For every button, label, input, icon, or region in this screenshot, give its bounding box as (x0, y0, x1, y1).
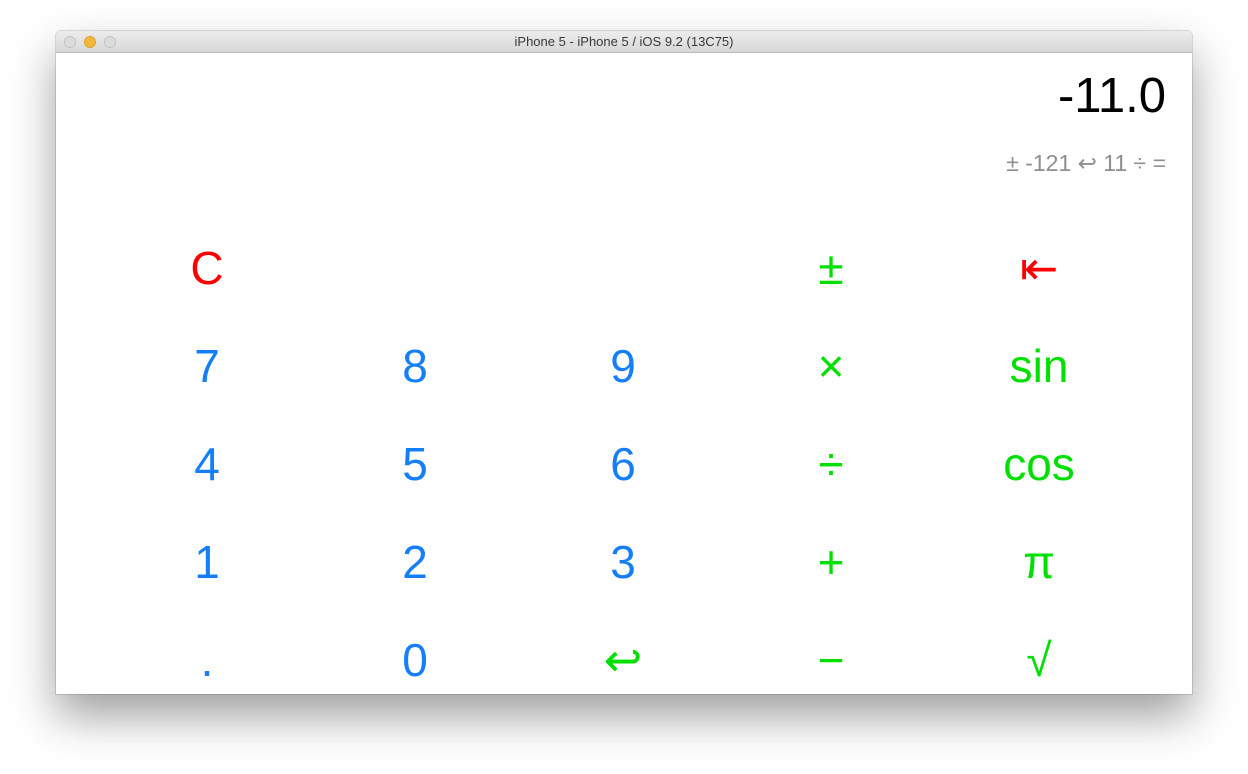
multiply-button[interactable]: × (751, 326, 911, 406)
divide-button[interactable]: ÷ (751, 424, 911, 504)
sin-button[interactable]: sin (959, 326, 1119, 406)
calculator-screen: -11.0 ± -121 ↩ 11 ÷ = C ± ⇤ 7 8 9 × sin … (56, 53, 1192, 694)
decimal-point-button[interactable]: . (127, 620, 287, 700)
digit-0-button[interactable]: 0 (335, 620, 495, 700)
display-value: -11.0 (1057, 69, 1166, 123)
plus-button[interactable]: + (751, 522, 911, 602)
title-bar[interactable]: iPhone 5 - iPhone 5 / iOS 9.2 (13C75) (56, 31, 1192, 53)
digit-8-button[interactable]: 8 (335, 326, 495, 406)
digit-1-button[interactable]: 1 (127, 522, 287, 602)
enter-button[interactable]: ↩ (543, 620, 703, 700)
backspace-button[interactable]: ⇤ (959, 228, 1119, 308)
digit-7-button[interactable]: 7 (127, 326, 287, 406)
digit-5-button[interactable]: 5 (335, 424, 495, 504)
pi-button[interactable]: π (959, 522, 1119, 602)
operation-history: ± -121 ↩ 11 ÷ = (1006, 150, 1166, 176)
window-title: iPhone 5 - iPhone 5 / iOS 9.2 (13C75) (514, 34, 734, 49)
digit-9-button[interactable]: 9 (543, 326, 703, 406)
square-root-button[interactable]: √ (959, 620, 1119, 700)
cos-button[interactable]: cos (959, 424, 1119, 504)
digit-2-button[interactable]: 2 (335, 522, 495, 602)
simulator-window: iPhone 5 - iPhone 5 / iOS 9.2 (13C75) -1… (56, 31, 1192, 694)
plus-minus-button[interactable]: ± (751, 228, 911, 308)
digit-4-button[interactable]: 4 (127, 424, 287, 504)
digit-6-button[interactable]: 6 (543, 424, 703, 504)
minus-button[interactable]: − (751, 620, 911, 700)
digit-3-button[interactable]: 3 (543, 522, 703, 602)
clear-button[interactable]: C (127, 228, 287, 308)
